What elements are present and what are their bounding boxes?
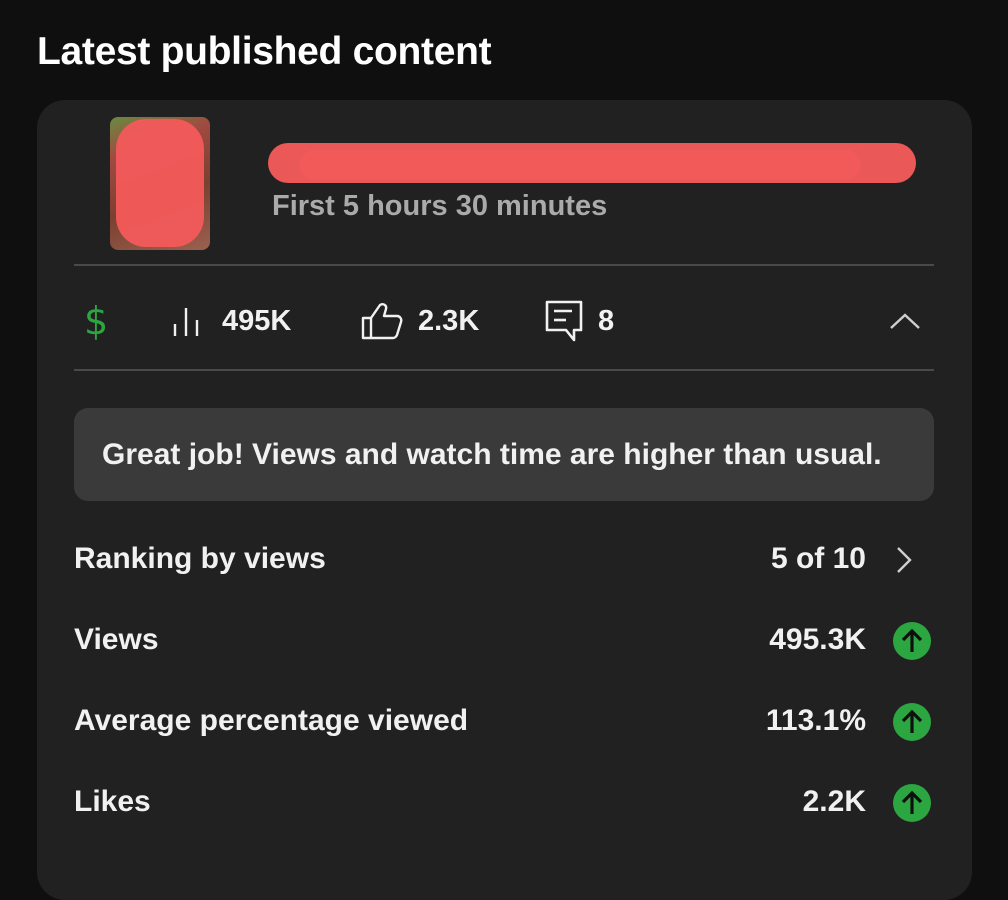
arrow-up-circle-icon [893,622,931,660]
thumbs-up-icon [361,303,403,340]
likes-count: 2.3K [418,304,480,337]
metric-value: 495.3K [769,623,866,656]
stats-row: $ 495K 2.3K 8 [74,288,934,354]
metric-label: Views [74,623,159,656]
section-title: Latest published content [37,30,492,73]
arrow-up-circle-icon [893,784,931,822]
monetization-status[interactable]: $ [84,288,108,354]
bar-chart-icon [173,308,199,336]
chevron-right-icon [897,547,912,573]
metric-row-ranking[interactable]: Ranking by views 5 of 10 [74,530,934,590]
video-thumbnail[interactable] [110,117,210,250]
metric-value: 113.1% [765,704,866,737]
comments-stat[interactable]: 8 [544,288,614,354]
chevron-up-icon [890,313,920,329]
metric-label: Ranking by views [74,542,326,575]
comments-count: 8 [598,304,615,337]
metric-label: Likes [74,785,151,818]
divider-bottom [74,369,934,371]
likes-stat[interactable]: 2.3K [360,288,479,354]
metric-row-avg-percentage: Average percentage viewed 113.1% [74,692,934,752]
video-subtitle: First 5 hours 30 minutes [272,190,608,222]
views-stat[interactable]: 495K [170,288,291,354]
metric-value: 5 of 10 [770,542,866,575]
comment-icon [545,300,583,342]
arrow-up-circle-icon [893,703,931,741]
banner-text: Great job! Views and watch time are high… [102,437,882,471]
metric-label: Average percentage viewed [74,704,469,737]
metric-value: 2.2K [802,785,866,818]
performance-banner: Great job! Views and watch time are high… [74,408,934,501]
redaction-mark [116,119,204,247]
metric-row-views: Views 495.3K [74,611,934,671]
views-count: 495K [222,304,292,337]
collapse-button[interactable] [888,288,922,354]
divider-top [74,264,934,266]
metric-row-likes: Likes 2.2K [74,773,934,833]
dollar-icon: $ [84,299,109,343]
